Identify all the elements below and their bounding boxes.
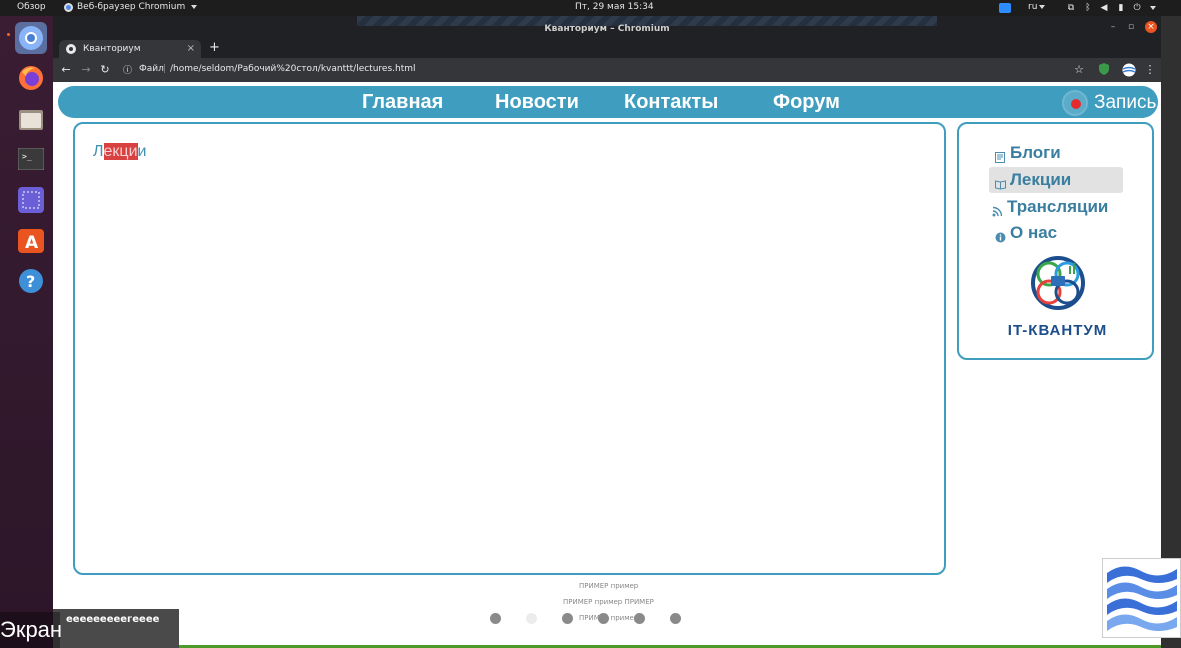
volume-icon[interactable]: ◀ xyxy=(1099,3,1109,13)
info-icon[interactable]: ⓘ xyxy=(123,63,132,76)
sidebar-item-label: Лекции xyxy=(1010,170,1072,189)
heading-text-start: Л xyxy=(93,143,104,160)
record-dot xyxy=(1071,99,1081,109)
carousel-dot[interactable] xyxy=(562,613,573,624)
chromium-icon[interactable] xyxy=(15,22,47,54)
help-icon[interactable]: ? xyxy=(15,265,47,297)
svg-text:?: ? xyxy=(26,272,35,291)
screen-label: Экран xyxy=(0,612,62,648)
info-icon xyxy=(995,228,1006,242)
blog-icon xyxy=(995,148,1006,163)
record-label: Запись xyxy=(1094,92,1157,113)
sidebar-panel: Блоги Лекции Трансляции О нас IT-КВАНТУМ xyxy=(957,122,1154,360)
app-menu-label: Веб-браузер Chromium xyxy=(77,2,186,12)
clock[interactable]: Пт, 29 мая 15:34 xyxy=(575,2,654,12)
maximize-icon[interactable]: ▫ xyxy=(1125,21,1137,33)
carousel-dot[interactable] xyxy=(490,613,501,624)
record-button[interactable]: Запись xyxy=(1062,90,1166,116)
extension-shield-icon[interactable] xyxy=(1097,63,1111,77)
carousel-dot[interactable] xyxy=(634,613,645,624)
power-icon[interactable]: ⏻ xyxy=(1132,3,1142,13)
nav-link-news[interactable]: Новости xyxy=(495,91,579,114)
window-title: Кванториум – Chromium xyxy=(544,24,670,34)
sidebar-item-broadcasts[interactable]: Трансляции xyxy=(989,194,1129,220)
browser-window: Кванториум – Chromium – ▫ × Кванториум ×… xyxy=(53,16,1161,648)
window-titlebar[interactable]: Кванториум – Chromium – ▫ × xyxy=(53,16,1161,38)
app-menu[interactable]: Веб-браузер Chromium xyxy=(64,2,198,12)
sidebar-item-label: О нас xyxy=(1010,223,1058,242)
kebab-menu-icon[interactable]: ⋮ xyxy=(1143,63,1157,77)
close-icon[interactable]: × xyxy=(1145,21,1157,33)
zoom-icon[interactable] xyxy=(999,3,1011,13)
web-page: Главная Новости Контакты Форум Запись Ле… xyxy=(53,82,1161,648)
tab-close-icon[interactable]: × xyxy=(187,43,195,54)
globe-icon xyxy=(66,44,76,54)
participant-name: eeeeeeeeeгeeee xyxy=(66,614,160,625)
lectures-icon xyxy=(995,175,1006,190)
carousel-dot[interactable] xyxy=(526,613,537,624)
tab-title: Кванториум xyxy=(83,44,141,54)
nav-link-forum[interactable]: Форум xyxy=(773,91,840,114)
firefox-icon[interactable] xyxy=(15,62,47,94)
wave-logo-icon xyxy=(1102,558,1181,638)
logo-text: IT-КВАНТУМ xyxy=(1007,322,1108,339)
sidebar-item-about[interactable]: О нас xyxy=(989,220,1123,246)
new-tab-button[interactable]: + xyxy=(209,40,220,55)
bookmark-star-icon[interactable]: ☆ xyxy=(1072,63,1086,77)
chevron-down-icon xyxy=(191,5,198,9)
nav-link-home[interactable]: Главная xyxy=(362,91,443,114)
sidebar-item-label: Блоги xyxy=(1010,143,1061,162)
battery-icon[interactable]: ▮ xyxy=(1116,3,1126,13)
software-center-icon[interactable]: A xyxy=(15,224,47,256)
carousel-dot[interactable] xyxy=(670,613,681,624)
tab-kvantorium[interactable]: Кванториум × xyxy=(59,40,201,58)
address-scheme-label: Файл xyxy=(139,64,164,74)
footer-line-2: ПРИМЕР пример ПРИМЕР xyxy=(563,598,654,606)
chevron-down-icon xyxy=(1039,4,1046,9)
nav-link-contacts[interactable]: Контакты xyxy=(624,91,718,114)
back-icon[interactable]: ← xyxy=(59,63,73,77)
participant-tile[interactable]: eeeeeeeeeгeeee xyxy=(53,609,179,648)
heading-text-end: и xyxy=(137,143,147,160)
profile-avatar-icon[interactable] xyxy=(1122,63,1136,77)
svg-text:>_: >_ xyxy=(22,152,32,161)
rss-icon xyxy=(992,202,1003,216)
language-indicator[interactable]: ru xyxy=(1028,2,1046,12)
sidebar-item-lectures[interactable]: Лекции xyxy=(989,167,1123,193)
dock: >_ A ? xyxy=(0,16,53,648)
sidebar-item-label: Трансляции xyxy=(1007,197,1109,216)
sidebar-item-blogs[interactable]: Блоги xyxy=(989,140,1123,166)
minimize-icon[interactable]: – xyxy=(1107,21,1119,33)
main-content-panel: Лекции xyxy=(73,122,946,575)
terminal-icon[interactable]: >_ xyxy=(15,143,47,175)
files-icon[interactable] xyxy=(15,103,47,135)
footer-line-1: ПРИМЕР пример xyxy=(579,582,639,590)
address-separator: | xyxy=(163,64,167,74)
language-label: ru xyxy=(1028,2,1038,12)
it-quantum-logo xyxy=(1029,254,1087,312)
tab-strip: Кванториум × + xyxy=(53,38,1161,58)
activities-button[interactable]: Обзор xyxy=(17,2,46,12)
svg-text:A: A xyxy=(25,233,39,253)
chevron-down-icon[interactable] xyxy=(1150,6,1156,10)
network-icon[interactable]: ⧉ xyxy=(1066,3,1076,13)
carousel-dot[interactable] xyxy=(598,613,609,624)
reload-icon[interactable]: ↻ xyxy=(98,63,112,77)
address-bar[interactable]: /home/seldom/Рабочий%20стол/kvanttt/lect… xyxy=(170,64,416,74)
heading-selection: екци xyxy=(103,143,138,160)
app-menu-icon xyxy=(64,2,73,12)
running-indicator xyxy=(7,33,10,36)
screenshot-icon[interactable] xyxy=(15,184,47,216)
bluetooth-icon[interactable]: ᛒ xyxy=(1083,3,1093,13)
browser-toolbar: ← → ↻ ⓘ Файл | /home/seldom/Рабочий%20ст… xyxy=(53,58,1161,82)
system-top-bar: Обзор Веб-браузер Chromium Пт, 29 мая 15… xyxy=(0,0,1181,16)
window-edge xyxy=(1161,16,1181,648)
page-heading: Лекции xyxy=(93,143,146,161)
record-icon xyxy=(1062,90,1088,116)
site-navbar: Главная Новости Контакты Форум Запись xyxy=(58,86,1158,118)
forward-icon[interactable]: → xyxy=(79,63,93,77)
